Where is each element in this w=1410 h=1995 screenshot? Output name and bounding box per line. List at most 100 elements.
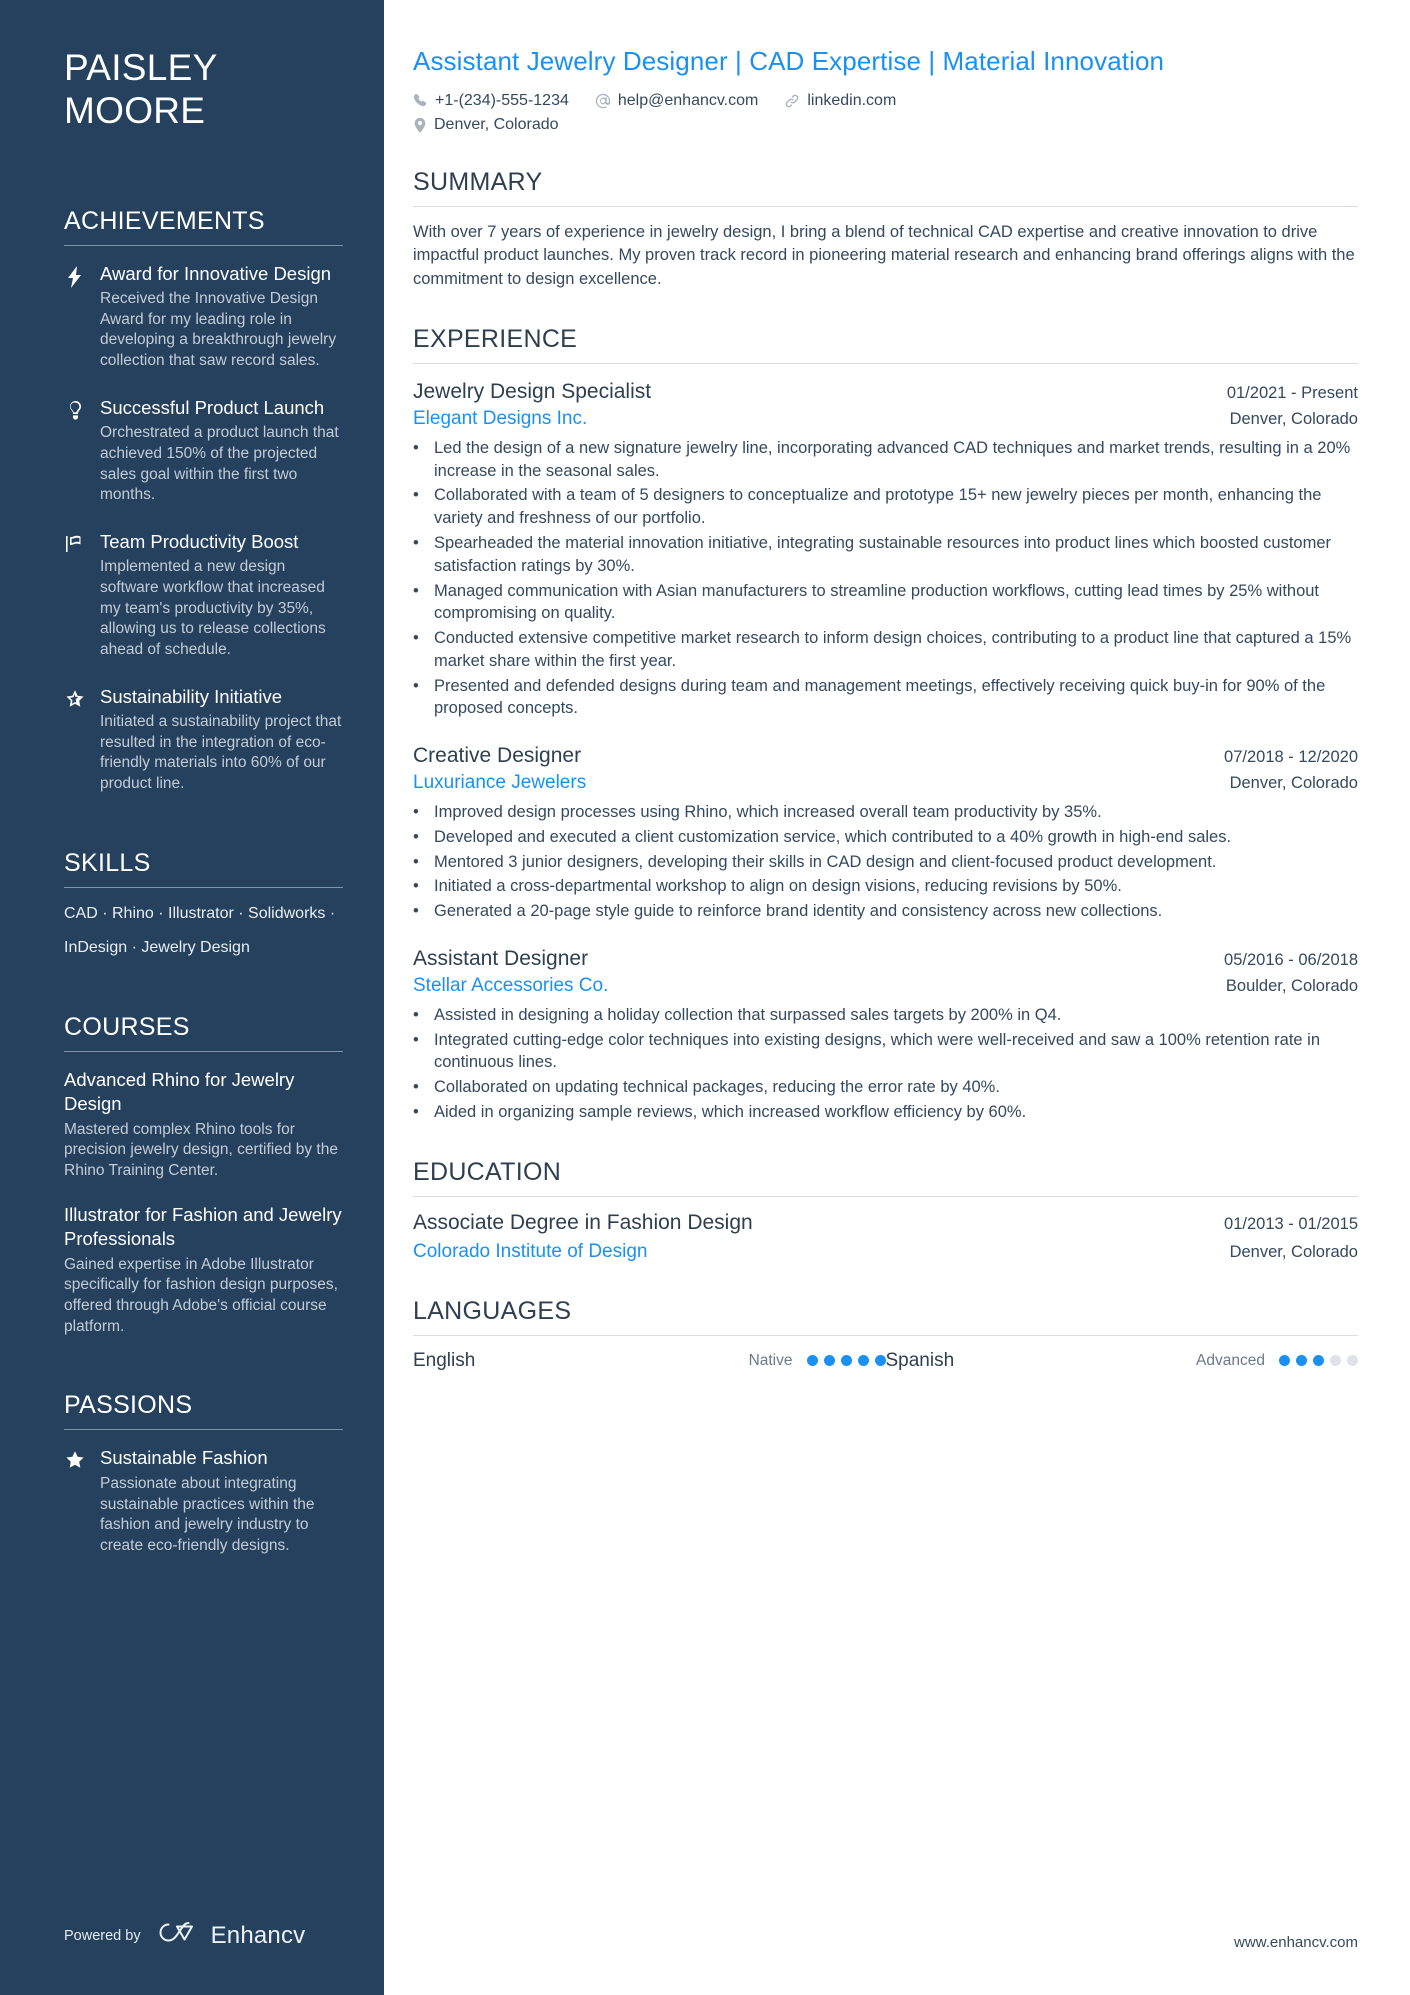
powered-by-label: Powered by — [64, 1927, 141, 1944]
language-name: Spanish — [885, 1349, 955, 1371]
candidate-first-name: PAISLEY — [64, 47, 218, 88]
section-divider — [413, 1334, 1358, 1336]
education-date: 01/2013 - 01/2015 — [1224, 1214, 1358, 1233]
skills-section: SKILLS CAD · Rhino · Illustrator · Solid… — [64, 849, 344, 960]
achievements-section: ACHIEVEMENTS Award for Innovative Design… — [64, 207, 344, 795]
job-location: Denver, Colorado — [1229, 410, 1358, 429]
section-divider — [413, 1195, 1358, 1197]
course-item: Illustrator for Fashion and Jewelry Prof… — [64, 1203, 344, 1337]
education-school[interactable]: Colorado Institute of Design — [413, 1241, 647, 1263]
job-bullet: • Presented and defended designs during t… — [413, 675, 1358, 721]
job-title: Creative Designer — [413, 744, 582, 768]
achievements-heading: ACHIEVEMENTS — [64, 206, 265, 235]
language-item: English Native — [413, 1350, 886, 1372]
achievement-item: Award for Innovative Design Received the… — [64, 262, 344, 372]
achievement-description: Orchestrated a product launch that achie… — [100, 424, 339, 504]
language-rating-dots — [806, 1355, 886, 1367]
job-title: Jewelry Design Specialist — [413, 379, 652, 403]
achievement-item: Team Productivity Boost Implemented a ne… — [64, 530, 344, 661]
education-location: Denver, Colorado — [1229, 1242, 1358, 1261]
language-item: Spanish Advanced — [885, 1349, 1358, 1372]
job-bullet-text: Integrated cutting-edge color techniques… — [434, 1030, 1321, 1072]
section-divider — [64, 1051, 343, 1053]
job-bullets: • Assisted in designing a holiday collect… — [413, 1004, 1358, 1124]
bullet-dot-icon: • — [413, 581, 419, 600]
candidate-last-name: MOORE — [64, 90, 206, 132]
bullet-dot-icon: • — [413, 676, 419, 695]
job-bullet-text: Generated a 20-page style guide to reinf… — [434, 902, 1163, 921]
achievement-title: Successful Product Launch — [100, 396, 325, 418]
job-bullet: • Spearheaded the material innovation ini… — [413, 532, 1358, 578]
main-content: Assistant Jewelry Designer | CAD Experti… — [384, 0, 1410, 1995]
contact-row: +1-(234)-555-1234 help@enhancv.com linke… — [413, 92, 1358, 134]
section-divider — [413, 205, 1358, 207]
passions-heading: PASSIONS — [64, 1391, 193, 1420]
job-location: Denver, Colorado — [1229, 774, 1358, 793]
job-bullet: • Aided in organizing sample reviews, whi… — [413, 1101, 1358, 1124]
summary-text: With over 7 years of experience in jewel… — [413, 222, 1355, 288]
job-bullet: • Developed and executed a client customi… — [413, 826, 1358, 849]
bullet-dot-icon: • — [413, 803, 419, 822]
job-company[interactable]: Luxuriance Jewelers — [413, 770, 586, 797]
job-bullet-text: Improved design processes using Rhino, w… — [434, 803, 1102, 822]
experience-section: EXPERIENCE Jewelry Design Specialist 01/… — [413, 325, 1358, 1124]
language-level: Advanced — [1196, 1351, 1265, 1369]
bullet-dot-icon: • — [413, 1030, 419, 1049]
bullet-dot-icon: • — [413, 902, 419, 921]
bullet-dot-icon: • — [413, 438, 419, 457]
job-date: 01/2021 - Present — [1226, 383, 1358, 402]
job-bullet: • Mentored 3 junior designers, developing… — [413, 851, 1358, 874]
education-item: Associate Degree in Fashion Design 01/20… — [413, 1211, 1358, 1263]
achievement-item: Successful Product Launch Orchestrated a… — [64, 396, 344, 506]
contact-email-value: help@enhancv.com — [617, 91, 759, 109]
flag-icon — [64, 530, 86, 661]
contact-location: Denver, Colorado — [413, 116, 1332, 134]
bullet-dot-icon: • — [413, 1005, 419, 1024]
job-bullet-text: Managed communication with Asian manufac… — [434, 581, 1320, 623]
bullet-dot-icon: • — [413, 827, 419, 846]
section-divider — [64, 1429, 343, 1431]
enhancv-brand-name: Enhancv — [210, 1921, 306, 1949]
courses-heading: COURSES — [64, 1013, 190, 1042]
skills-line: CAD · Rhino · Illustrator · Solidworks · — [64, 904, 336, 922]
star-filled-icon — [64, 1446, 86, 1556]
job-bullet-text: Spearheaded the material innovation init… — [434, 533, 1332, 575]
job-bullet: • Generated a 20-page style guide to rein… — [413, 900, 1358, 923]
course-description: Mastered complex Rhino tools for precisi… — [64, 1120, 338, 1179]
bullet-dot-icon: • — [413, 533, 419, 552]
section-divider — [413, 362, 1358, 364]
skills-heading: SKILLS — [64, 848, 151, 877]
contact-phone[interactable]: +1-(234)-555-1234 — [413, 92, 569, 110]
job-bullet: • Improved design processes using Rhino, … — [413, 801, 1358, 824]
bullet-dot-icon: • — [413, 629, 419, 648]
bullet-dot-icon: • — [413, 1102, 419, 1121]
job-bullet-text: Collaborated on updating technical packa… — [434, 1078, 1000, 1097]
summary-heading: SUMMARY — [413, 167, 543, 196]
job-bullets: • Improved design processes using Rhino, … — [413, 801, 1358, 923]
contact-linkedin[interactable]: linkedin.com — [784, 92, 896, 110]
job-company[interactable]: Elegant Designs Inc. — [413, 406, 587, 433]
powered-by-footer: Powered by Enhancv — [64, 1920, 305, 1951]
job-bullet-text: Conducted extensive competitive market r… — [434, 629, 1352, 670]
summary-section: SUMMARY With over 7 years of experience … — [413, 168, 1358, 291]
sidebar: PAISLEY MOORE ACHIEVEMENTS Award for Inn… — [0, 0, 384, 1995]
achievement-description: Received the Innovative Design Award for… — [100, 290, 337, 370]
job-bullet-text: Presented and defended designs during te… — [434, 676, 1326, 718]
job-bullet-text: Aided in organizing sample reviews, whic… — [434, 1102, 1027, 1121]
passion-description: Passionate about integrating sustainable… — [100, 1475, 315, 1555]
passion-title: Sustainable Fashion — [100, 1447, 268, 1469]
achievement-description: Implemented a new design software workfl… — [100, 558, 326, 658]
section-divider — [64, 886, 343, 888]
experience-heading: EXPERIENCE — [413, 324, 578, 353]
contact-email[interactable]: help@enhancv.com — [595, 92, 758, 110]
section-divider — [64, 244, 343, 246]
language-rating-dots — [1279, 1355, 1358, 1367]
job-bullet-text: Mentored 3 junior designers, developing … — [434, 852, 1217, 871]
job-location: Boulder, Colorado — [1225, 977, 1358, 996]
job-bullet-text: Assisted in designing a holiday collecti… — [434, 1005, 1062, 1024]
job-bullet: • Integrated cutting-edge color technique… — [413, 1029, 1358, 1075]
job-bullet: • Managed communication with Asian manufa… — [413, 580, 1358, 626]
job-company[interactable]: Stellar Accessories Co. — [413, 973, 608, 1000]
job-date: 07/2018 - 12/2020 — [1224, 748, 1358, 767]
achievement-description: Initiated a sustainability project that … — [100, 713, 342, 792]
